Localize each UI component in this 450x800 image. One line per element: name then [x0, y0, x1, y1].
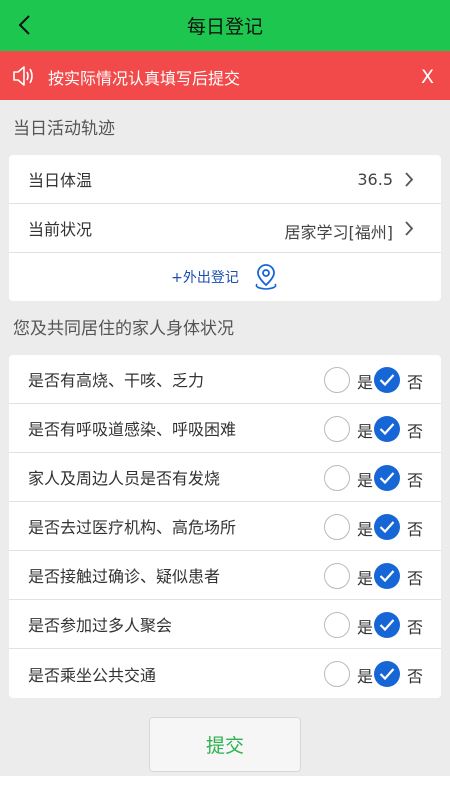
temperature-label: 当日体温: [28, 171, 93, 190]
yes-label: 是: [357, 422, 374, 441]
question-text: 是否参加过多人聚会: [28, 616, 173, 635]
question-text: 是否有呼吸道感染、呼吸困难: [28, 420, 237, 439]
question-text: 是否去过医疗机构、高危场所: [28, 518, 237, 537]
yes-radio[interactable]: [324, 612, 350, 638]
submit-button[interactable]: 提交: [149, 717, 301, 772]
check-icon: [379, 619, 395, 632]
check-icon: [379, 570, 395, 583]
no-radio[interactable]: [374, 612, 400, 638]
outing-register-row[interactable]: +外出登记: [9, 253, 441, 301]
activity-section-title: 当日活动轨迹: [13, 119, 115, 139]
no-label: 否: [407, 373, 424, 392]
no-label: 否: [407, 569, 424, 588]
temperature-value: 36.5: [357, 170, 393, 189]
health-question-row: 是否参加过多人聚会 是 否: [9, 600, 441, 649]
health-card: 是否有高烧、干咳、乏力是否是否有呼吸道感染、呼吸困难是否家人及周边人员是否有发烧…: [9, 355, 441, 698]
back-chevron-icon[interactable]: [14, 13, 38, 37]
yes-radio[interactable]: [324, 563, 350, 589]
health-question-row: 家人及周边人员是否有发烧 是 否: [9, 453, 441, 502]
no-radio[interactable]: [374, 563, 400, 589]
notice-text: 按实际情况认真填写后提交: [48, 69, 241, 88]
health-question-row: 是否接触过确诊、疑似患者 是 否: [9, 551, 441, 600]
yes-radio[interactable]: [324, 416, 350, 442]
status-value: 居家学习[福州]: [284, 223, 394, 242]
outing-register-link[interactable]: +外出登记: [171, 267, 239, 287]
temperature-row[interactable]: 当日体温 36.5: [9, 155, 441, 204]
page-title: 每日登记: [186, 16, 263, 38]
no-radio[interactable]: [374, 367, 400, 393]
check-icon: [379, 521, 395, 534]
check-icon: [379, 472, 395, 485]
no-label: 否: [407, 520, 424, 539]
yes-radio[interactable]: [324, 367, 350, 393]
speaker-icon: [12, 65, 36, 87]
no-radio[interactable]: [374, 661, 400, 687]
yes-label: 是: [357, 618, 374, 637]
yes-radio[interactable]: [324, 514, 350, 540]
chevron-right-icon: [404, 221, 414, 236]
chevron-right-icon: [404, 172, 414, 187]
no-label: 否: [407, 667, 424, 686]
no-label: 否: [407, 422, 424, 441]
yes-label: 是: [357, 569, 374, 588]
yes-label: 是: [357, 520, 374, 539]
no-label: 否: [407, 618, 424, 637]
health-section-title: 您及共同居住的家人身体状况: [13, 319, 234, 339]
health-question-row: 是否有呼吸道感染、呼吸困难 是 否: [9, 404, 441, 453]
no-radio[interactable]: [374, 465, 400, 491]
yes-label: 是: [357, 373, 374, 392]
yes-radio[interactable]: [324, 465, 350, 491]
activity-card: 当日体温 36.5 当前状况 居家学习[福州] +外出登记: [9, 155, 441, 301]
check-icon: [379, 668, 395, 681]
question-text: 家人及周边人员是否有发烧: [28, 469, 221, 488]
check-icon: [379, 423, 395, 436]
no-label: 否: [407, 471, 424, 490]
question-text: 是否有高烧、干咳、乏力: [28, 371, 205, 390]
no-radio[interactable]: [374, 514, 400, 540]
yes-radio[interactable]: [324, 661, 350, 687]
health-question-row: 是否乘坐公共交通 是 否: [9, 649, 441, 698]
notice-banner: 按实际情况认真填写后提交 X: [0, 51, 450, 100]
yes-label: 是: [357, 667, 374, 686]
question-text: 是否接触过确诊、疑似患者: [28, 567, 221, 586]
top-bar: 每日登记: [0, 0, 450, 51]
status-label: 当前状况: [28, 220, 93, 239]
question-text: 是否乘坐公共交通: [28, 665, 157, 685]
bottom-strip: [0, 776, 450, 800]
yes-label: 是: [357, 471, 374, 490]
status-row[interactable]: 当前状况 居家学习[福州]: [9, 204, 441, 253]
no-radio[interactable]: [374, 416, 400, 442]
check-icon: [379, 374, 395, 387]
health-question-row: 是否有高烧、干咳、乏力 是 否: [9, 355, 441, 404]
health-question-row: 是否去过医疗机构、高危场所 是 否: [9, 502, 441, 551]
notice-close-button[interactable]: X: [421, 66, 434, 88]
location-pin-icon[interactable]: [253, 263, 279, 291]
